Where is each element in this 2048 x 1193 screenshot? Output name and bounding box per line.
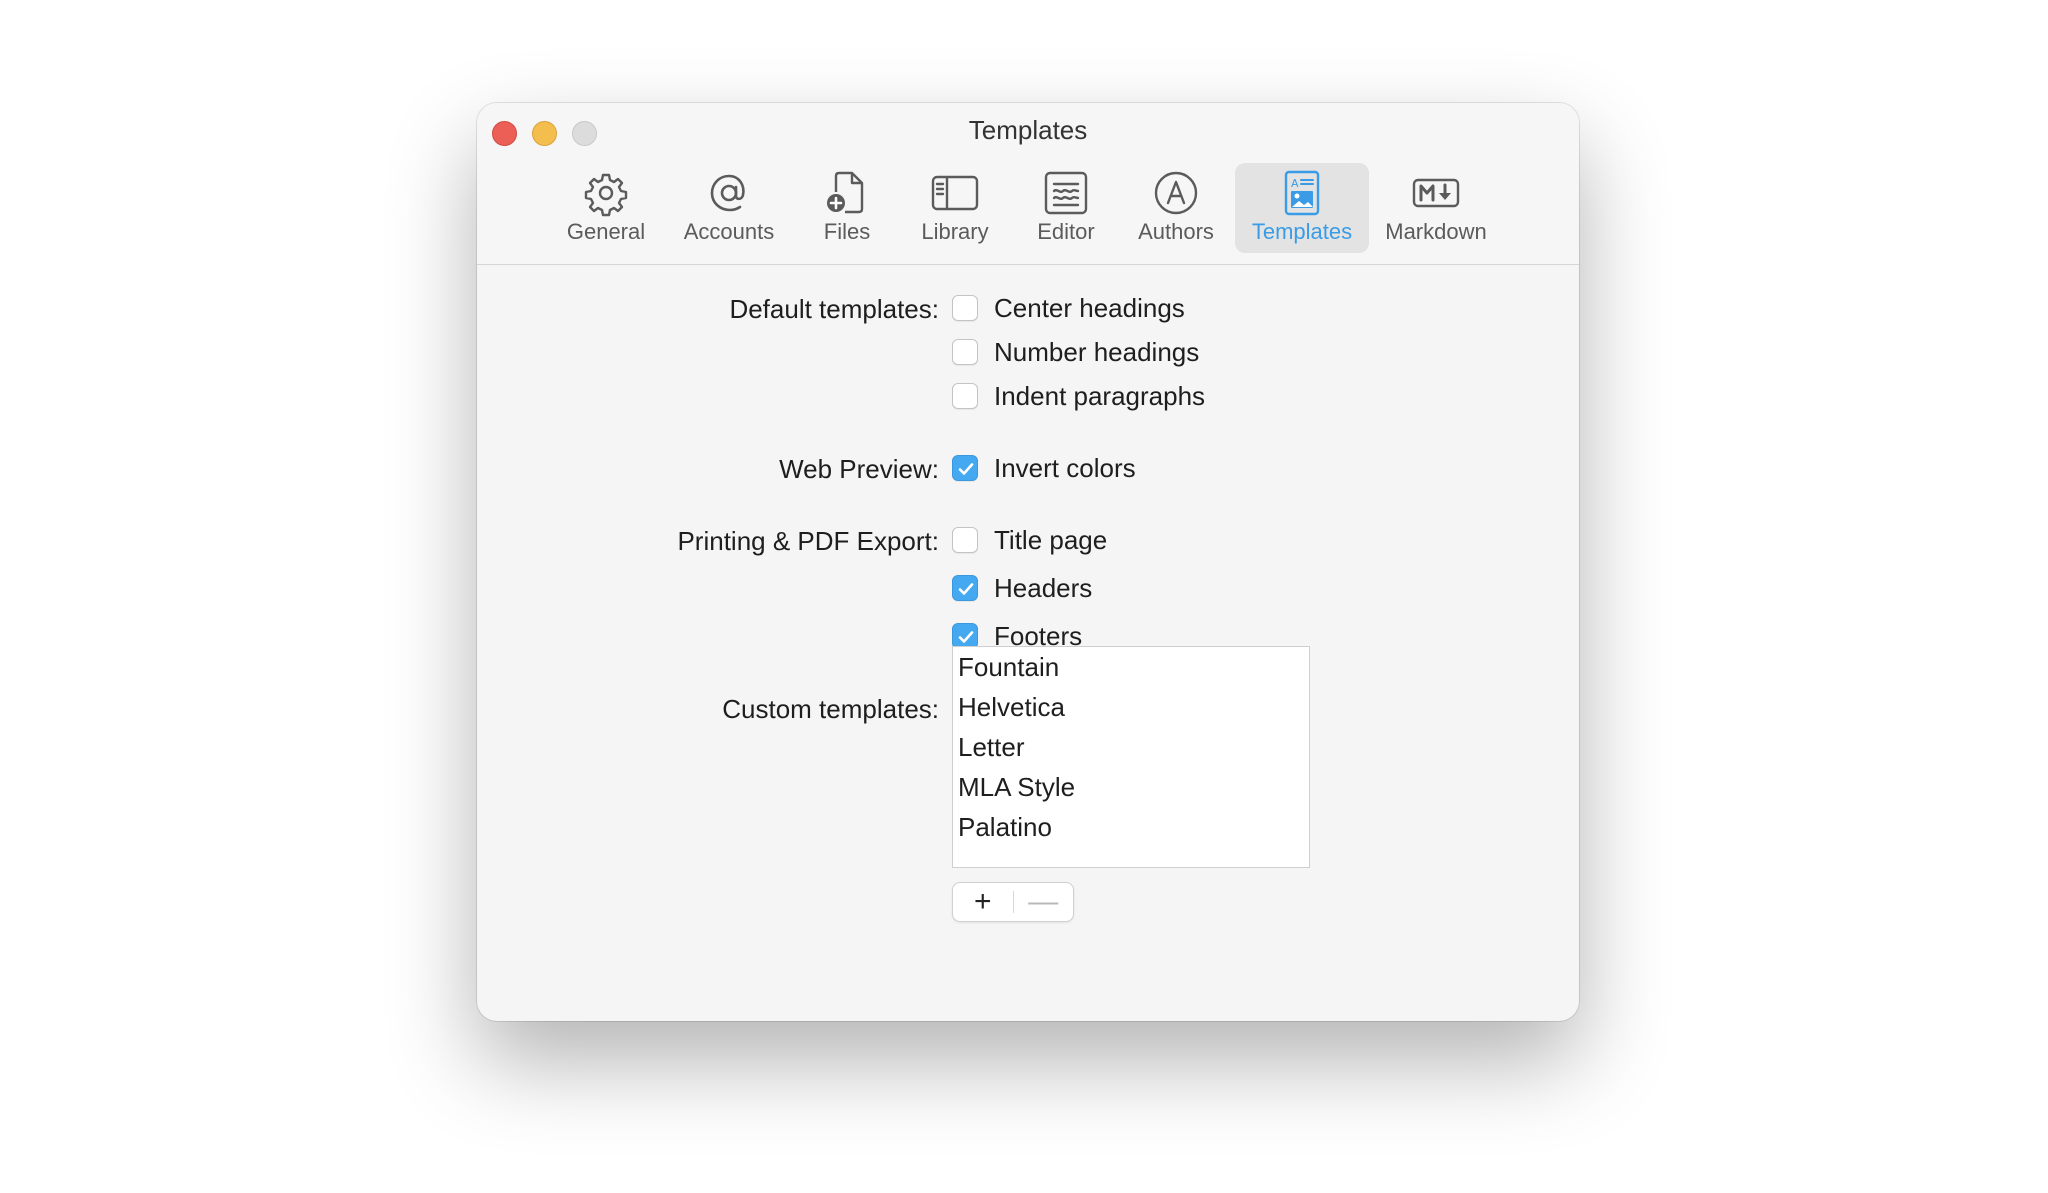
markdown-icon [1412,178,1460,208]
preferences-window: Templates General Accounts Files Library… [477,103,1579,1021]
indent-paragraphs-label: Indent paragraphs [994,380,1206,411]
add-template-button[interactable]: + [953,883,1013,921]
sidebar-icon [931,175,979,211]
author-icon [1154,171,1198,215]
invert-colors-checkbox[interactable] [952,455,978,481]
headers-option[interactable]: Headers [952,572,1092,604]
tab-markdown-label: Markdown [1385,219,1487,244]
title-page-checkbox[interactable] [952,527,978,553]
center-headings-option[interactable]: Center headings [952,292,1185,324]
svg-text:A: A [1291,177,1299,190]
title-page-option[interactable]: Title page [952,524,1107,556]
checkmark-icon [958,583,974,595]
tab-markdown[interactable]: Markdown [1376,163,1496,253]
gear-icon [584,173,628,217]
tab-files-label: Files [823,219,871,244]
template-icon: A [1284,170,1320,216]
number-headings-checkbox[interactable] [952,339,978,365]
invert-colors-option[interactable]: Invert colors [952,452,1136,484]
remove-template-button[interactable]: — [1014,883,1074,921]
center-headings-checkbox[interactable] [952,295,978,321]
indent-paragraphs-checkbox[interactable] [952,383,978,409]
tab-editor-label: Editor [1037,219,1095,244]
tab-accounts[interactable]: Accounts [667,163,791,253]
printing-pdf-export-label: Printing & PDF Export: [677,526,939,556]
preferences-toolbar: General Accounts Files Library Editor Au… [477,159,1579,259]
custom-templates-list[interactable]: Fountain Helvetica Letter MLA Style Pala… [952,646,1310,868]
title-page-label: Title page [994,524,1108,555]
default-templates-label: Default templates: [729,294,939,324]
editor-icon [1044,171,1088,215]
tab-templates-label: Templates [1251,219,1353,244]
checkmark-icon [958,463,974,475]
headers-checkbox[interactable] [952,575,978,601]
add-remove-control: + — [952,882,1074,922]
tab-accounts-label: Accounts [683,219,775,244]
checkmark-icon [958,631,974,643]
center-headings-label: Center headings [994,292,1185,323]
list-item[interactable]: Letter [953,727,1309,767]
at-sign-icon [710,174,745,212]
list-item[interactable]: MLA Style [953,767,1309,807]
tab-library[interactable]: Library [902,163,1008,253]
indent-paragraphs-option[interactable]: Indent paragraphs [952,380,1205,412]
list-item[interactable]: Palatino [953,807,1309,847]
tab-editor[interactable]: Editor [1018,163,1114,253]
number-headings-option[interactable]: Number headings [952,336,1199,368]
tab-templates[interactable]: A Templates [1235,163,1369,253]
headers-label: Headers [994,572,1093,603]
tab-authors-label: Authors [1138,219,1214,244]
number-headings-label: Number headings [994,336,1200,367]
custom-templates-label: Custom templates: [722,694,939,724]
tab-authors[interactable]: Authors [1124,163,1228,253]
list-item[interactable]: Helvetica [953,687,1309,727]
new-file-icon [827,171,864,214]
title-bar: Templates General Accounts Files Library… [477,103,1579,265]
web-preview-label: Web Preview: [779,454,939,484]
list-item[interactable]: Fountain [953,647,1309,687]
window-title: Templates [968,115,1088,145]
tab-general-label: General [566,219,646,244]
tab-files[interactable]: Files [802,163,892,253]
tab-library-label: Library [921,219,989,244]
tab-general[interactable]: General [555,163,657,253]
invert-colors-label: Invert colors [994,452,1136,483]
